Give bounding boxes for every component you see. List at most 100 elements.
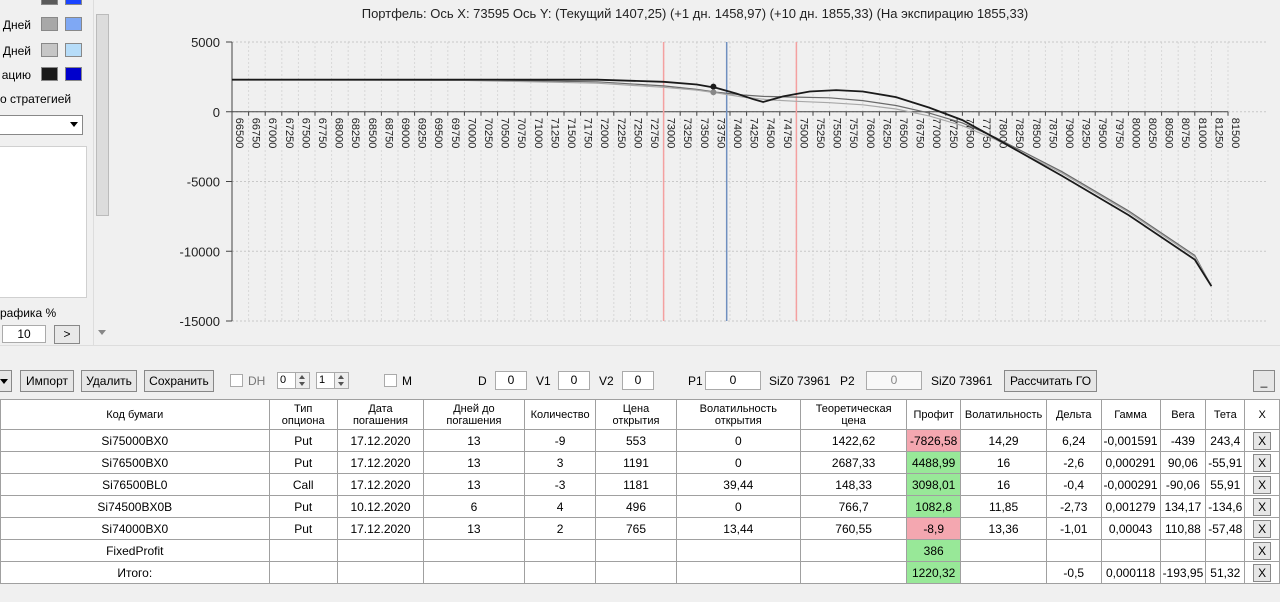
table-cell <box>423 561 525 584</box>
delete-button[interactable]: Удалить <box>81 370 137 392</box>
remove-cell: X <box>1244 561 1280 584</box>
remove-row-button[interactable]: X <box>1253 541 1272 560</box>
color-swatch[interactable] <box>65 67 82 81</box>
import-button[interactable]: Импорт <box>20 370 74 392</box>
color-swatch[interactable] <box>65 0 82 5</box>
remove-row-button[interactable]: X <box>1253 475 1272 494</box>
column-header[interactable]: Теоретическая цена <box>800 399 908 430</box>
table-cell: 39,44 <box>675 473 802 496</box>
calculate-go-button[interactable]: Рассчитать ГО <box>1004 370 1097 392</box>
x-tick-label: 72750 <box>648 118 660 149</box>
remove-row-button[interactable]: X <box>1253 497 1272 516</box>
dropdown-button[interactable] <box>0 370 12 392</box>
remove-row-button[interactable]: X <box>1253 431 1272 450</box>
column-header[interactable]: Цена открытия <box>595 399 677 430</box>
remove-row-button[interactable]: X <box>1253 453 1272 472</box>
table-cell <box>336 561 425 584</box>
column-header[interactable]: Дата погашения <box>336 399 425 430</box>
v2-label: V2 <box>599 374 614 388</box>
minimize-button[interactable]: _ <box>1253 370 1275 392</box>
color-swatch[interactable] <box>41 43 58 57</box>
table-cell <box>1100 539 1161 562</box>
table-cell: Put <box>268 429 338 452</box>
table-row[interactable]: Si74500BX0B Put 10.12.2020 6 4 496 0 766,7 1082,… <box>0 495 1280 518</box>
table-cell <box>800 561 908 584</box>
table-cell: 4 <box>523 495 597 518</box>
x-tick-label: 68500 <box>366 118 378 149</box>
v2-input[interactable]: 0 <box>622 371 654 390</box>
x-tick-label: 80750 <box>1179 118 1191 149</box>
color-swatch[interactable] <box>41 0 58 5</box>
legend-label: Дней <box>2 18 31 32</box>
color-swatch[interactable] <box>41 67 58 81</box>
table-row[interactable]: FixedProfit 386 X <box>0 539 1280 562</box>
profit-cell: 1220,32 <box>906 561 962 584</box>
m-checkbox[interactable] <box>384 374 397 387</box>
remove-row-button[interactable]: X <box>1253 563 1272 582</box>
pnl-curve <box>232 78 1213 287</box>
table-cell: -0,001591 <box>1100 429 1161 452</box>
color-swatch[interactable] <box>65 43 82 57</box>
legend-label: ацию <box>1 68 31 82</box>
column-header[interactable]: Волатильность <box>960 399 1047 430</box>
color-swatch[interactable] <box>65 17 82 31</box>
spin-input-2[interactable]: 1 <box>316 372 349 389</box>
strategy-dropdown[interactable] <box>0 115 83 135</box>
column-header[interactable]: Профит <box>906 399 962 430</box>
table-row[interactable]: Si74000BX0 Put 17.12.2020 13 2 765 13,44 760,55… <box>0 517 1280 540</box>
profit-cell: 4488,99 <box>906 451 962 474</box>
table-row[interactable]: Si75000BX0 Put 17.12.2020 13 -9 553 0 1422,62 -7… <box>0 429 1280 452</box>
column-header[interactable]: Гамма <box>1100 399 1161 430</box>
p1-input[interactable]: 0 <box>705 371 761 390</box>
chart-canvas[interactable]: 5000 0 -5000 -10000 -15000 66500 66750 67000 672… <box>110 0 1280 345</box>
x-tick-label: 74750 <box>781 118 793 149</box>
p2-input[interactable]: 0 <box>866 371 922 390</box>
table-cell: 13 <box>423 473 525 496</box>
d-input[interactable]: 0 <box>495 371 527 390</box>
spin-arrows-icon[interactable] <box>334 373 348 388</box>
scroll-down-icon[interactable] <box>98 330 106 335</box>
x-tick-label: 71250 <box>548 118 560 149</box>
column-header[interactable]: Дней до погашения <box>423 399 525 430</box>
splitter[interactable] <box>0 345 1280 359</box>
table-row[interactable]: Итого: 1220,32 -0,5 0,000118 -193,95 51,32 X <box>0 561 1280 584</box>
table-cell: -3 <box>523 473 597 496</box>
column-header[interactable]: Тип опциона <box>268 399 338 430</box>
strategy-list[interactable] <box>0 146 87 298</box>
table-row[interactable]: Si76500BX0 Put 17.12.2020 13 3 1191 0 2687,33 44… <box>0 451 1280 474</box>
table-row[interactable]: Si76500BL0 Call 17.12.2020 13 -3 1181 39,44 148… <box>0 473 1280 496</box>
table-cell: 17.12.2020 <box>336 429 425 452</box>
table-cell <box>423 539 525 562</box>
x-tick-label: 73500 <box>698 118 710 149</box>
portfolio-chart[interactable]: 5000 0 -5000 -10000 -15000 66500 66750 67000 672… <box>110 0 1280 345</box>
column-header[interactable]: Вега <box>1159 399 1207 430</box>
x-tick-label: 74250 <box>748 118 760 149</box>
scale-apply-button[interactable]: > <box>54 325 80 344</box>
table-cell: 13,36 <box>960 517 1047 540</box>
y-tick-label: -15000 <box>180 314 220 329</box>
column-header[interactable]: Код бумаги <box>0 399 270 430</box>
pnl-curve <box>231 79 1212 287</box>
v1-input[interactable]: 0 <box>558 371 590 390</box>
spin-input-1[interactable]: 0 <box>277 372 310 389</box>
left-panel-scrollbar[interactable] <box>93 0 110 345</box>
column-header[interactable]: Волатильность открытия <box>675 399 802 430</box>
column-header[interactable]: Количество <box>523 399 597 430</box>
remove-row-button[interactable]: X <box>1253 519 1272 538</box>
positions-table: Код бумаги Тип опциона Дата погашения Дней … <box>0 399 1280 584</box>
scale-input[interactable]: 10 <box>2 325 46 343</box>
column-header[interactable]: X <box>1244 399 1280 430</box>
x-tick-label: 69750 <box>449 118 461 149</box>
spin-arrows-icon[interactable] <box>295 373 309 388</box>
table-cell: Si74500BX0B <box>0 495 270 518</box>
color-swatch[interactable] <box>41 17 58 31</box>
x-tick-label: 69000 <box>399 118 411 149</box>
table-cell: 0,000291 <box>1100 451 1161 474</box>
table-cell: 765 <box>595 517 677 540</box>
save-button[interactable]: Сохранить <box>144 370 214 392</box>
dh-checkbox[interactable] <box>230 374 243 387</box>
table-cell: 110,88 <box>1159 517 1207 540</box>
column-header[interactable]: Тета <box>1205 399 1246 430</box>
column-header[interactable]: Дельта <box>1046 399 1102 430</box>
scrollbar-thumb[interactable] <box>96 14 109 216</box>
